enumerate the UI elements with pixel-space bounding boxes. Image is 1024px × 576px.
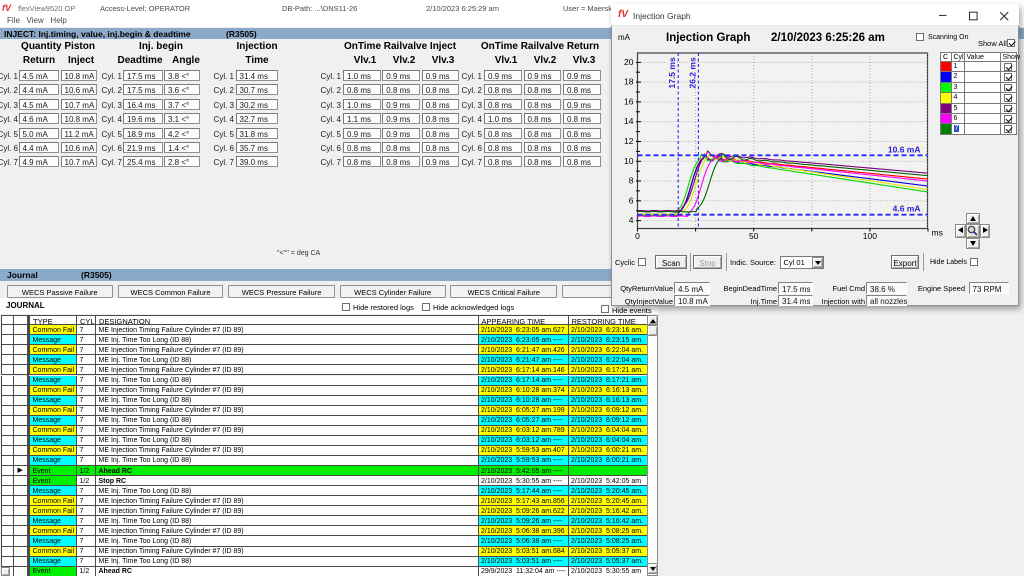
svg-text:4: 4 bbox=[629, 215, 634, 225]
svg-text:16: 16 bbox=[624, 96, 634, 106]
svg-text:10: 10 bbox=[624, 156, 634, 166]
svg-text:12: 12 bbox=[624, 136, 634, 146]
svg-text:100: 100 bbox=[863, 231, 877, 241]
svg-text:18: 18 bbox=[624, 77, 634, 87]
svg-text:17.5 ms: 17.5 ms bbox=[667, 57, 677, 88]
svg-text:8: 8 bbox=[629, 176, 634, 186]
svg-text:14: 14 bbox=[624, 116, 634, 126]
svg-text:ms: ms bbox=[932, 228, 943, 238]
svg-text:4.6 mA: 4.6 mA bbox=[893, 204, 921, 214]
svg-text:6: 6 bbox=[629, 195, 634, 205]
svg-text:20: 20 bbox=[624, 57, 634, 67]
svg-text:10.6 mA: 10.6 mA bbox=[888, 144, 921, 154]
svg-text:50: 50 bbox=[749, 231, 759, 241]
svg-text:26.2 ms: 26.2 ms bbox=[687, 57, 697, 88]
svg-text:0: 0 bbox=[635, 231, 640, 241]
